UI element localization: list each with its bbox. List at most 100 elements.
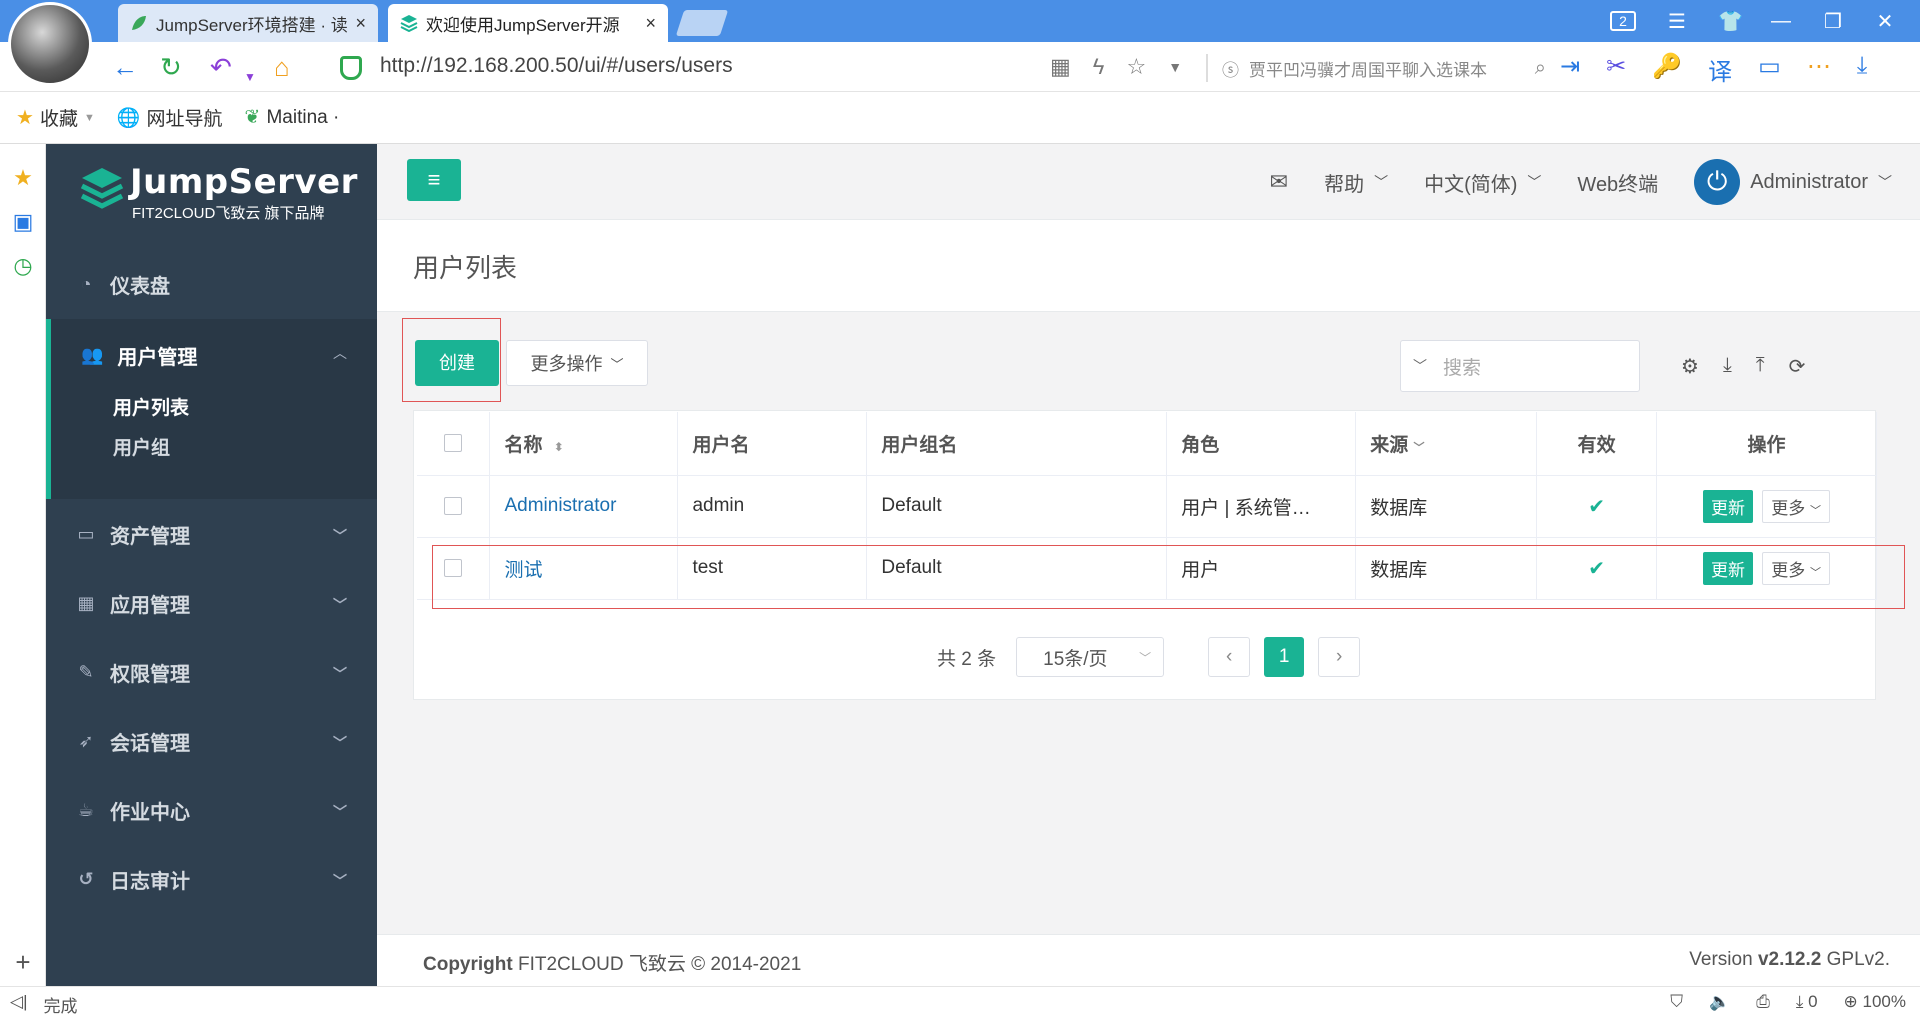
sidebar-item-dashboard[interactable]: ◔ 仪表盘 bbox=[46, 250, 377, 319]
prev-page-button[interactable]: ‹ bbox=[1208, 637, 1251, 677]
back-icon[interactable]: ← bbox=[112, 54, 138, 80]
version-number: v2.12.2 bbox=[1757, 949, 1822, 970]
sidebar-item-apps[interactable]: ▦ 应用管理 ﹀ bbox=[46, 569, 377, 638]
copyright-text: FIT2CLOUD 飞致云 © 2014-2021 bbox=[512, 954, 802, 975]
clock-icon[interactable]: ◷ bbox=[11, 254, 35, 278]
scissors-icon[interactable]: ✂ bbox=[1606, 52, 1626, 87]
chevron-down-icon[interactable]: ﹀ bbox=[1413, 356, 1427, 376]
sidebar-item-permissions[interactable]: ✎ 权限管理 ﹀ bbox=[46, 638, 377, 707]
row-checkbox[interactable] bbox=[417, 475, 491, 538]
bookmark-maitina[interactable]: ❦ Maitina · bbox=[245, 106, 340, 129]
tablet-icon[interactable]: ▣ bbox=[11, 210, 35, 234]
help-dropdown[interactable]: 帮助 ﹀ bbox=[1324, 168, 1388, 197]
user-name-link[interactable]: Administrator bbox=[504, 495, 616, 516]
screen-icon[interactable]: ▭ bbox=[1758, 52, 1781, 87]
shield-icon[interactable]: ⛉ bbox=[1670, 992, 1683, 1012]
refresh-icon[interactable]: ⟳ bbox=[1789, 354, 1806, 379]
language-dropdown[interactable]: 中文(简体) ﹀ bbox=[1424, 168, 1541, 197]
version-suffix: GPLv2. bbox=[1821, 949, 1890, 970]
column-header-source[interactable]: 来源 ﹀ bbox=[1355, 412, 1538, 476]
sidebar-toggle-icon[interactable]: ◁| bbox=[10, 992, 28, 1016]
undo-dropdown-icon[interactable]: ▼ bbox=[244, 64, 256, 90]
column-header-name[interactable]: 名称 ⬍ bbox=[489, 412, 679, 476]
browser-tab-1[interactable]: JumpServer环境搭建 · 读 × bbox=[118, 4, 378, 42]
tab-title: 欢迎使用JumpServer开源 bbox=[426, 15, 620, 35]
select-all-checkbox[interactable] bbox=[417, 412, 491, 476]
undo-icon[interactable]: ↶ bbox=[210, 54, 232, 80]
sidebar-item-label: 应用管理 bbox=[110, 595, 190, 617]
sidebar-subitem-user-group[interactable]: 用户组 bbox=[113, 433, 170, 460]
new-tab-button[interactable] bbox=[675, 10, 729, 36]
sidebar-item-sessions[interactable]: ➶ 会话管理 ﹀ bbox=[46, 707, 377, 776]
add-icon[interactable]: + bbox=[11, 949, 35, 975]
restore-icon[interactable]: ❐ bbox=[1822, 9, 1844, 34]
printer-icon[interactable]: ⎙ bbox=[1756, 992, 1770, 1012]
qrcode-icon[interactable]: ▦ bbox=[1050, 54, 1071, 80]
sidebar-item-assets[interactable]: ▭ 资产管理 ﹀ bbox=[46, 500, 377, 569]
leaf-icon bbox=[130, 14, 148, 32]
bookmark-nav[interactable]: 🌐 网址导航 bbox=[117, 104, 223, 131]
chevron-down-icon: ﹀ bbox=[333, 804, 347, 820]
bookmark-favorites[interactable]: ★ 收藏 ▼ bbox=[16, 104, 95, 131]
avatar[interactable] bbox=[8, 2, 92, 86]
address-actions: ▦ ϟ ☆ ▼ bbox=[1050, 52, 1182, 82]
close-icon[interactable]: × bbox=[355, 13, 366, 34]
close-window-icon[interactable]: ✕ bbox=[1874, 9, 1896, 34]
login-icon[interactable]: ⇥ bbox=[1560, 52, 1580, 87]
sidebar-item-users[interactable]: 👥 用户管理 bbox=[81, 341, 197, 370]
envelope-icon[interactable]: ✉ bbox=[1270, 169, 1288, 195]
zoom-control[interactable]: ⊕ 100% bbox=[1844, 992, 1906, 1012]
lightning-icon[interactable]: ϟ bbox=[1093, 54, 1105, 80]
history-icon: ↺ bbox=[78, 869, 94, 889]
bookmark-star-icon[interactable]: ☆ bbox=[1126, 54, 1146, 80]
version-prefix: Version bbox=[1689, 949, 1758, 970]
download-icon[interactable]: ⤓ bbox=[1857, 52, 1868, 87]
security-shield-icon[interactable] bbox=[340, 56, 362, 80]
row-more-button[interactable]: 更多 ﹀ bbox=[1762, 489, 1831, 523]
page-size-select[interactable]: 15条/页 ﹀ bbox=[1016, 637, 1165, 677]
browser-status-bar: ◁| 完成 ⛉ 🔈 ⎙ ⤓ 0 ⊕ 100% bbox=[0, 986, 1920, 1016]
export-icon[interactable]: ⤓ bbox=[1723, 354, 1732, 379]
key-icon[interactable]: 🔑 bbox=[1652, 52, 1682, 87]
sort-icon[interactable]: ⬍ bbox=[554, 440, 564, 454]
window-count-badge[interactable]: 2 bbox=[1610, 11, 1636, 31]
search-icon[interactable]: ⌕ bbox=[1535, 57, 1546, 80]
chevron-down-icon: ﹀ bbox=[333, 873, 347, 889]
sidebar-item-label: 用户管理 bbox=[117, 347, 198, 369]
speaker-icon[interactable]: 🔈 bbox=[1709, 992, 1730, 1012]
sidebar-item-label: 作业中心 bbox=[110, 802, 190, 824]
hamburger-menu-button[interactable]: ≡ bbox=[407, 159, 461, 201]
user-dropdown[interactable]: ⏻ Administrator ﹀ bbox=[1694, 159, 1892, 205]
import-icon[interactable]: ⤒ bbox=[1756, 354, 1765, 379]
more-actions-button[interactable]: 更多操作 ﹀ bbox=[506, 340, 648, 386]
sidebar-subitem-user-list[interactable]: 用户列表 bbox=[113, 393, 189, 420]
dropdown-icon[interactable]: ▼ bbox=[1168, 59, 1182, 75]
more-icon[interactable]: ⋯ bbox=[1807, 52, 1831, 87]
gear-icon[interactable]: ⚙ bbox=[1681, 354, 1699, 379]
browser-search-field[interactable]: ⓢ 贾平凹冯骥才周国平聊入选课本 ⌕ bbox=[1206, 54, 1546, 82]
sidebar-item-jobs[interactable]: ☕ 作业中心 ﹀ bbox=[46, 776, 377, 845]
skin-icon[interactable]: 👕 bbox=[1718, 9, 1743, 34]
sidebar-item-audit[interactable]: ↺ 日志审计 ﹀ bbox=[46, 845, 377, 914]
translate-icon[interactable]: 译 bbox=[1708, 52, 1732, 87]
download-status[interactable]: ⤓ 0 bbox=[1796, 992, 1818, 1012]
close-icon[interactable]: × bbox=[645, 13, 656, 34]
page-number-current[interactable]: 1 bbox=[1264, 637, 1305, 677]
update-button[interactable]: 更新 bbox=[1703, 489, 1754, 523]
url-field[interactable]: http://192.168.200.50/ui/#/users/users bbox=[380, 54, 733, 78]
chevron-down-icon: ﹀ bbox=[1527, 174, 1542, 190]
web-terminal-link[interactable]: Web终端 bbox=[1577, 168, 1658, 197]
chevron-up-icon[interactable]: ︿ bbox=[333, 343, 347, 363]
apps-icon: ▦ bbox=[77, 593, 95, 613]
next-page-button[interactable]: › bbox=[1318, 637, 1361, 677]
home-icon[interactable]: ⌂ bbox=[274, 54, 290, 80]
search-placeholder: 搜索 bbox=[1443, 357, 1482, 379]
logo[interactable]: JumpServer FIT2CLOUD飞致云 旗下品牌 bbox=[46, 144, 377, 249]
minimize-icon[interactable]: — bbox=[1770, 10, 1792, 33]
star-icon[interactable]: ★ bbox=[11, 166, 35, 190]
search-input[interactable]: ﹀ 搜索 bbox=[1400, 340, 1640, 392]
refresh-icon[interactable]: ↻ bbox=[160, 54, 182, 80]
menu-icon[interactable]: ☰ bbox=[1666, 9, 1688, 34]
browser-tab-2[interactable]: 欢迎使用JumpServer开源 × bbox=[388, 4, 668, 42]
chevron-down-icon: ﹀ bbox=[1878, 174, 1892, 190]
